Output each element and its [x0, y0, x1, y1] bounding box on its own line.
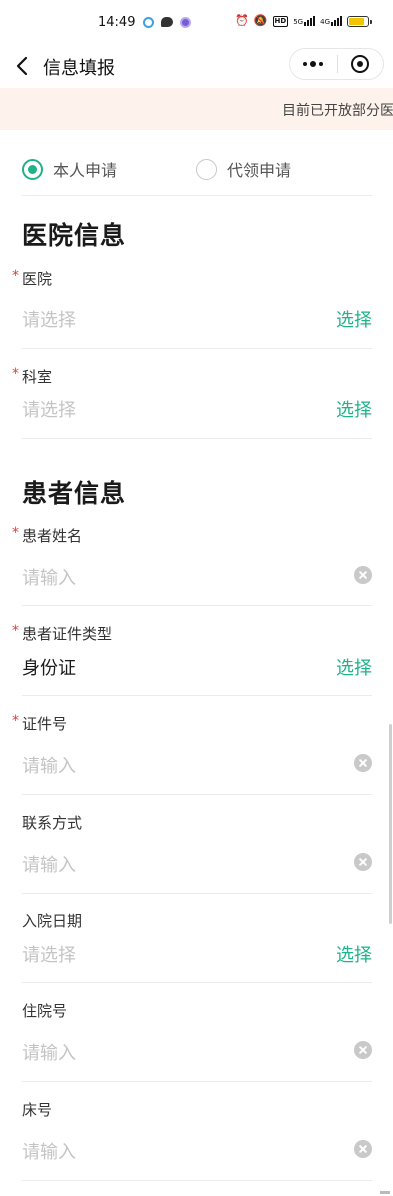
field-hospital-number[interactable]: 住院号 请输入: [22, 994, 372, 1082]
mini-program-capsule: [289, 48, 384, 80]
mute-icon: 🔕: [253, 14, 268, 27]
required-mark: *: [12, 623, 19, 639]
app-notification-icon-2: [180, 17, 191, 28]
id-number-input[interactable]: 请输入: [22, 752, 76, 778]
chevron-left-icon[interactable]: [12, 52, 36, 80]
status-right-icons: ⏰ 🔕 HD 5G 4G: [235, 14, 372, 27]
notice-banner: 目前已开放部分医: [0, 88, 393, 130]
clear-icon[interactable]: [354, 1041, 372, 1059]
field-label: 床号: [22, 1101, 53, 1119]
field-patient-name[interactable]: * 患者姓名 请输入: [12, 519, 372, 606]
field-bed-number[interactable]: 床号 请输入: [22, 1093, 372, 1181]
signal-4g-icon: 4G: [320, 16, 342, 26]
select-button[interactable]: 选择: [336, 396, 372, 422]
field-label: 住院号: [22, 1002, 68, 1020]
field-label: 患者姓名: [22, 527, 83, 545]
required-mark: *: [12, 268, 19, 284]
status-time: 14:49: [98, 15, 136, 30]
field-label: 证件号: [22, 715, 68, 733]
field-contact[interactable]: 联系方式 请输入: [22, 806, 372, 894]
scrollbar[interactable]: [389, 724, 392, 924]
status-bar: 14:49 ⏰ 🔕 HD 5G 4G: [0, 0, 393, 44]
more-dots-icon[interactable]: [290, 49, 337, 79]
required-mark: *: [12, 713, 19, 729]
clear-icon[interactable]: [354, 1140, 372, 1158]
clear-icon[interactable]: [354, 754, 372, 772]
nav-bar: 信息填报: [0, 44, 393, 88]
apply-type-radio-group: 本人申请 代领申请: [22, 150, 372, 196]
section-title-hospital: 医院信息: [22, 221, 127, 250]
radio-label: 本人申请: [53, 161, 118, 180]
field-hospital[interactable]: * 医院 请选择 选择: [12, 262, 372, 349]
select-button[interactable]: 选择: [336, 306, 372, 332]
field-admission-date[interactable]: 入院日期 请选择 选择: [22, 904, 372, 983]
radio-self-apply[interactable]: 本人申请: [22, 157, 117, 181]
notice-text: 目前已开放部分医: [282, 103, 393, 119]
bottom-indicator: [380, 1191, 390, 1194]
radio-proxy-apply[interactable]: 代领申请: [196, 157, 291, 181]
close-circle-icon[interactable]: [337, 49, 383, 79]
contact-input[interactable]: 请输入: [22, 851, 76, 877]
radio-checked-icon: [22, 158, 43, 180]
field-department[interactable]: * 科室 请选择 选择: [12, 360, 372, 439]
field-label: 患者证件类型: [22, 625, 113, 643]
field-value: 身份证: [22, 658, 76, 679]
field-label: 医院: [22, 270, 53, 288]
field-label: 科室: [22, 368, 53, 386]
field-placeholder: 请选择: [22, 400, 76, 421]
clear-icon[interactable]: [354, 853, 372, 871]
hospital-number-input[interactable]: 请输入: [22, 1039, 76, 1065]
select-button[interactable]: 选择: [336, 941, 372, 967]
select-button[interactable]: 选择: [336, 654, 372, 680]
page-title: 信息填报: [43, 58, 115, 79]
wechat-icon: [161, 17, 173, 27]
radio-unchecked-icon: [196, 158, 217, 180]
field-id-number[interactable]: * 证件号 请输入: [12, 707, 372, 795]
field-placeholder: 请选择: [22, 945, 76, 966]
signal-5g-icon: 5G: [293, 16, 316, 26]
field-label: 入院日期: [22, 912, 83, 930]
radio-label: 代领申请: [227, 161, 292, 180]
alarm-icon: ⏰: [235, 14, 249, 27]
section-title-patient: 患者信息: [22, 479, 127, 508]
field-label: 联系方式: [22, 814, 83, 832]
required-mark: *: [12, 525, 19, 541]
field-placeholder: 请选择: [22, 310, 76, 331]
field-id-type[interactable]: * 患者证件类型 身份证 选择: [12, 617, 372, 696]
required-mark: *: [12, 366, 19, 382]
patient-name-input[interactable]: 请输入: [22, 564, 76, 590]
bed-number-input[interactable]: 请输入: [22, 1138, 76, 1164]
hd-icon: HD: [272, 15, 289, 27]
app-notification-icon: [143, 17, 154, 28]
battery-icon: [347, 15, 372, 27]
clear-icon[interactable]: [354, 566, 372, 584]
